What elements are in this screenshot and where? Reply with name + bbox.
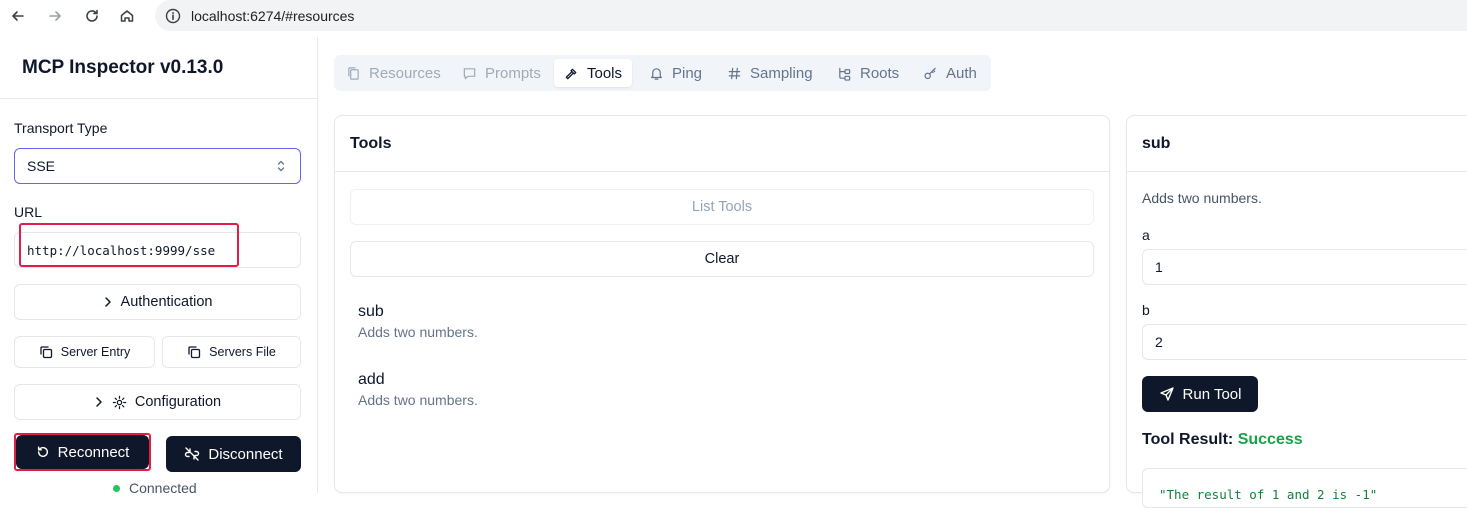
key-icon: [924, 67, 936, 79]
copy-icon: [188, 346, 201, 359]
browser-toolbar: localhost:6274/#resources: [0, 0, 1467, 32]
tab-resources[interactable]: Resources: [336, 59, 451, 87]
tools-panel-title: Tools: [350, 134, 392, 152]
reload-button[interactable]: [80, 4, 104, 28]
reconnect-label: Reconnect: [57, 443, 130, 461]
arrow-left-icon: [12, 11, 24, 21]
list-tools-label: List Tools: [691, 199, 753, 215]
param-b-input[interactable]: 2: [1142, 324, 1467, 360]
param-b-value: 2: [1155, 334, 1163, 350]
tool-detail-header: sub: [1127, 116, 1467, 172]
run-tool-button[interactable]: Run Tool: [1142, 376, 1258, 412]
transport-type-value: SSE: [27, 158, 56, 174]
reconnect-button[interactable]: Reconnect: [16, 435, 149, 469]
tool-description: Adds two numbers.: [358, 392, 478, 408]
disconnect-button[interactable]: Disconnect: [166, 436, 301, 472]
list-tools-button[interactable]: List Tools: [350, 189, 1094, 225]
tab-ping-label: Ping: [672, 64, 703, 82]
tab-ping[interactable]: Ping: [639, 59, 712, 87]
disconnect-label: Disconnect: [208, 445, 283, 463]
tab-prompts-label: Prompts: [485, 64, 541, 82]
tab-list: Resources Prompts Tools Ping Sampling Ro…: [334, 55, 991, 91]
tools-panel-header: Tools: [335, 116, 1109, 172]
authentication-toggle[interactable]: Authentication: [14, 284, 301, 320]
tab-auth[interactable]: Auth: [913, 59, 987, 87]
bell-icon: [651, 67, 662, 80]
param-b-label: b: [1142, 302, 1150, 318]
back-button[interactable]: [6, 4, 30, 28]
sidebar: MCP Inspector v0.13.0 Transport Type SSE…: [0, 37, 318, 496]
clear-label: Clear: [704, 251, 740, 267]
param-a-input[interactable]: 1: [1142, 249, 1467, 285]
hammer-icon: [565, 68, 577, 79]
rotate-ccw-icon: [37, 446, 48, 458]
chevron-right-icon: [104, 297, 111, 307]
tab-resources-label: Resources: [369, 64, 441, 82]
message-icon: [463, 67, 476, 79]
tool-detail-title: sub: [1142, 134, 1171, 152]
unplug-icon: [185, 447, 200, 461]
authentication-label: Authentication: [120, 294, 213, 310]
tool-name: sub: [358, 303, 384, 320]
param-a-label: a: [1142, 227, 1150, 243]
file-icon: [348, 66, 359, 80]
tool-result-output: "The result of 1 and 2 is -1": [1142, 468, 1467, 508]
address-bar[interactable]: localhost:6274/#resources: [155, 0, 1467, 31]
tool-description: Adds two numbers.: [358, 324, 478, 340]
url-label: URL: [14, 204, 43, 220]
tool-name: add: [358, 371, 385, 388]
tools-panel: Tools List Tools Clear sub Adds two numb…: [334, 115, 1110, 493]
clear-button[interactable]: Clear: [350, 241, 1094, 277]
tree-icon: [839, 67, 851, 81]
tool-detail-description: Adds two numbers.: [1142, 190, 1262, 206]
forward-button[interactable]: [43, 4, 67, 28]
chevron-right-icon: [96, 397, 102, 407]
info-icon[interactable]: [165, 8, 181, 24]
connection-status: Connected: [113, 480, 197, 496]
reload-icon: [86, 9, 98, 22]
copy-icon: [40, 346, 52, 359]
home-icon: [120, 10, 134, 22]
tab-tools-label: Tools: [587, 64, 623, 82]
configuration-label: Configuration: [134, 394, 222, 410]
sidebar-header: MCP Inspector v0.13.0: [0, 37, 317, 99]
hash-icon: [728, 67, 741, 79]
address-url: localhost:6274/#resources: [191, 7, 355, 24]
tool-detail-panel: sub Adds two numbers. a 1 b 2 Run Tool T…: [1126, 115, 1467, 508]
servers-file-label: Servers File: [209, 345, 276, 359]
configuration-toggle[interactable]: Configuration: [14, 384, 301, 420]
gear-icon: [112, 395, 127, 409]
transport-type-select[interactable]: SSE: [14, 148, 301, 184]
param-a-value: 1: [1155, 259, 1163, 275]
tool-result-status: Success: [1237, 431, 1303, 448]
tab-sampling[interactable]: Sampling: [717, 59, 823, 87]
tab-auth-label: Auth: [946, 64, 977, 82]
tab-roots-label: Roots: [860, 64, 900, 82]
url-value: http://localhost:9999/sse: [27, 242, 216, 258]
url-input[interactable]: http://localhost:9999/sse: [14, 232, 301, 268]
tab-sampling-label: Sampling: [750, 64, 813, 82]
send-icon: [1159, 387, 1174, 401]
arrow-right-icon: [49, 11, 61, 21]
home-button[interactable]: [115, 4, 139, 28]
chevron-up-down-icon: [277, 160, 285, 172]
app-title: MCP Inspector v0.13.0: [22, 56, 224, 78]
tool-result-heading: Tool Result: Success: [1142, 431, 1303, 449]
run-tool-label: Run Tool: [1182, 385, 1242, 403]
transport-type-label: Transport Type: [14, 120, 108, 136]
tab-prompts[interactable]: Prompts: [452, 59, 551, 87]
server-entry-button[interactable]: Server Entry: [14, 336, 155, 368]
server-entry-label: Server Entry: [60, 345, 131, 359]
status-dot: [113, 484, 120, 492]
tool-list-item[interactable]: add Adds two numbers.: [358, 371, 478, 408]
tool-result-label: Tool Result:: [1142, 431, 1234, 448]
status-text: Connected: [129, 480, 197, 496]
tab-tools[interactable]: Tools: [554, 59, 633, 87]
tool-list-item[interactable]: sub Adds two numbers.: [358, 303, 478, 340]
tool-result-text: "The result of 1 and 2 is -1": [1159, 487, 1378, 502]
servers-file-button[interactable]: Servers File: [162, 336, 301, 368]
tab-roots[interactable]: Roots: [827, 59, 909, 87]
